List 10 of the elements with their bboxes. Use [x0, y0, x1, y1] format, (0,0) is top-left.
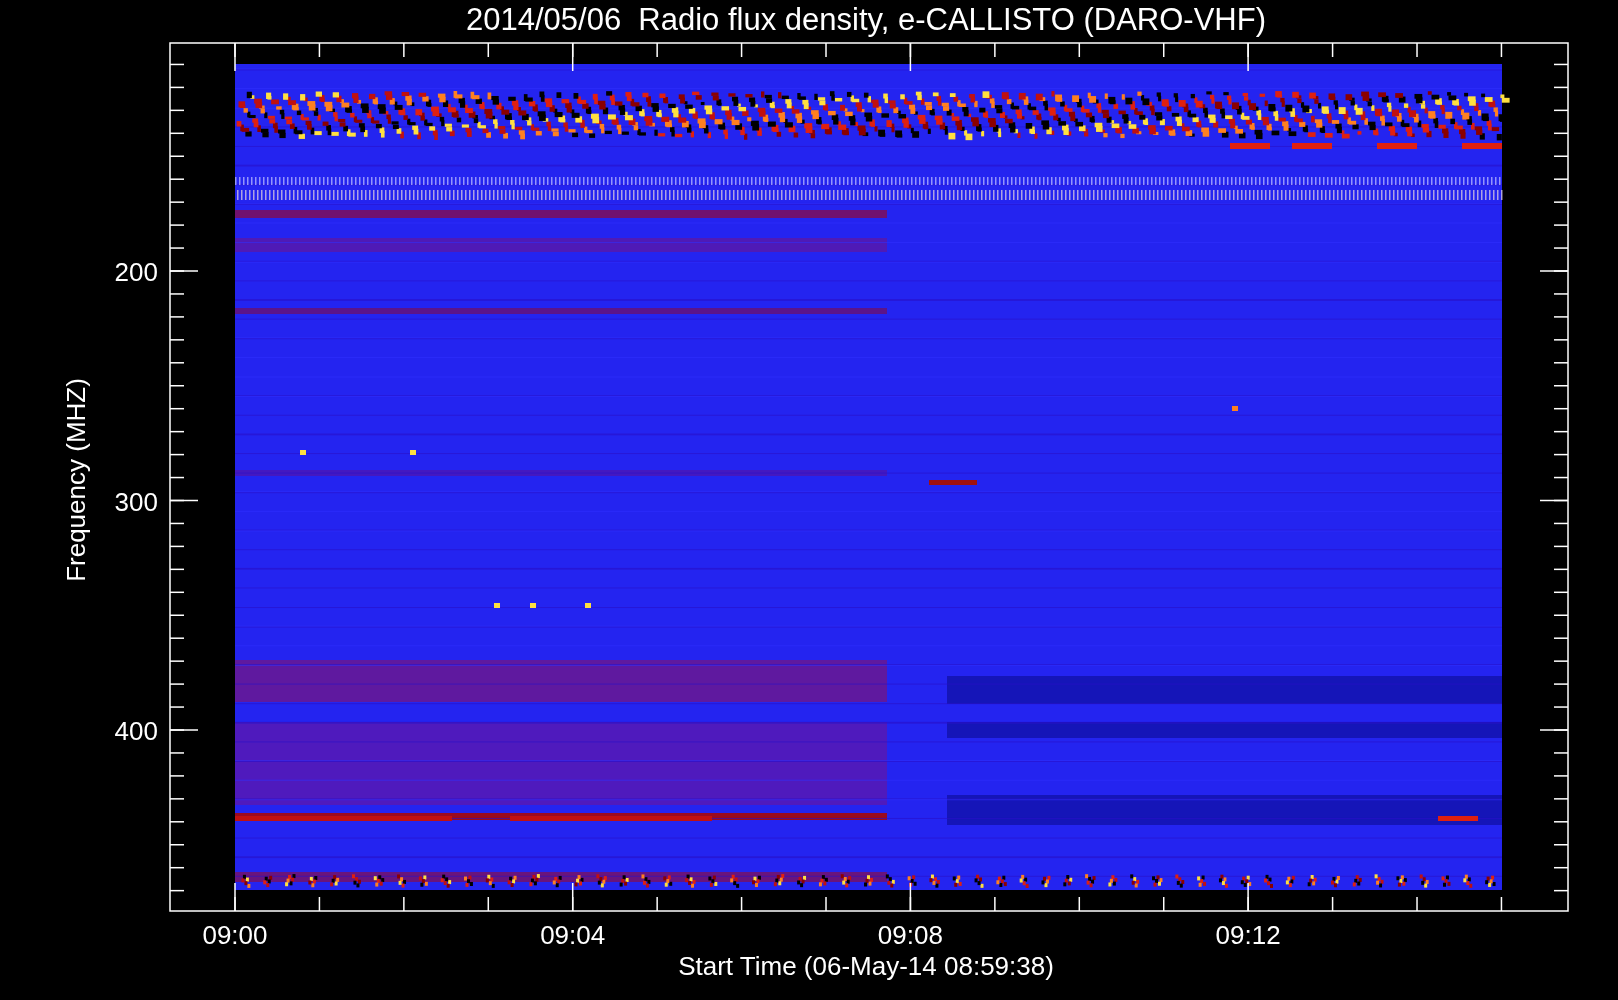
axis-label: Frequency (MHZ): [61, 378, 91, 582]
tick-label: 09:12: [1215, 920, 1281, 950]
tick-label: 300: [114, 486, 158, 517]
tick-label: 09:08: [877, 920, 943, 950]
tick-label: 09:00: [202, 920, 268, 950]
tick-label: 200: [114, 257, 158, 287]
tick-label: 400: [114, 716, 158, 746]
chart-title: 2014/05/06 Radio flux density, e-CALLISTO (DARO-VHF): [466, 2, 1266, 37]
tick-label: 09:04: [540, 920, 606, 950]
axis-label: Start Time (06-May-14 08:59:38): [678, 951, 1054, 981]
